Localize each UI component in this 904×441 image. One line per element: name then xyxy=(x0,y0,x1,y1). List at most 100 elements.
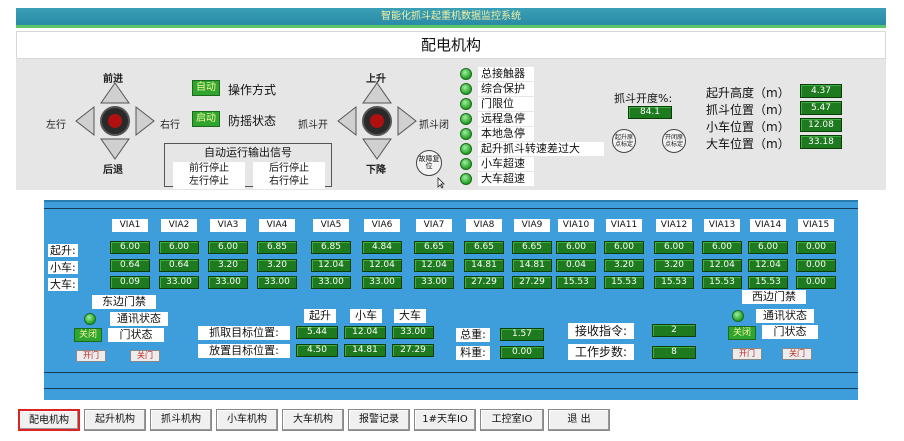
arrow-right-icon xyxy=(135,105,155,137)
nav-button-7[interactable]: 工控室IO xyxy=(480,409,544,431)
open-close-origin-calibrate-button[interactable]: 开闭原点标定 xyxy=(662,129,686,153)
nav-button-0[interactable]: 配电机构 xyxy=(18,409,80,431)
trolley-direction-pad[interactable] xyxy=(74,81,156,161)
via-header: VIA15 xyxy=(798,219,834,232)
arrow-up-icon xyxy=(100,82,130,104)
east-gate-title: 东边门禁 xyxy=(92,295,156,309)
west-gate-open-button[interactable]: 开门 xyxy=(732,348,762,360)
via-header: VIA7 xyxy=(416,219,452,232)
release-target-bridge: 27.29 xyxy=(392,344,434,357)
via-cell: 33.00 xyxy=(159,276,199,289)
anti-sway-label: 防摇状态 xyxy=(228,114,277,128)
trolley-position-value: 12.08 xyxy=(800,118,842,132)
west-gate-state-label: 门状态 xyxy=(762,325,818,339)
work-step-value: 8 xyxy=(652,346,696,359)
arrow-down-icon xyxy=(100,138,130,160)
via-cell: 0.64 xyxy=(110,259,150,272)
fault-reset-button[interactable]: 故障复位 xyxy=(416,150,442,176)
left-stop-label: 左行停止 xyxy=(173,175,245,189)
via-header: VIA12 xyxy=(656,219,692,232)
release-target-trolley: 14.81 xyxy=(344,344,386,357)
nav-button-3[interactable]: 小车机构 xyxy=(216,409,278,431)
via-cell: 3.20 xyxy=(654,259,694,272)
divider xyxy=(44,208,858,209)
recv-command-value: 2 xyxy=(652,324,696,337)
status-label: 远程急停 xyxy=(478,112,534,126)
status-led xyxy=(460,83,472,95)
via-cell: 4.84 xyxy=(362,241,402,254)
via-cell: 33.00 xyxy=(414,276,454,289)
control-panel: 前进 后退 左行 右行 自动 操作方式 启动 防摇状态 自动运行输出信号 前行停… xyxy=(16,59,886,190)
material-weight-label: 料重: xyxy=(456,346,490,360)
grab-target-label: 抓取目标位置: xyxy=(198,326,290,340)
status-label: 总接触器 xyxy=(478,67,534,81)
via-cell: 6.65 xyxy=(414,241,454,254)
via-header: VIA11 xyxy=(606,219,642,232)
via-cell: 33.00 xyxy=(257,276,297,289)
via-header: VIA2 xyxy=(161,219,197,232)
auto-mode-button[interactable]: 自动 xyxy=(192,80,220,96)
east-gate-open-button[interactable]: 开门 xyxy=(76,350,106,362)
nav-button-5[interactable]: 报警记录 xyxy=(348,409,410,431)
via-cell: 12.04 xyxy=(414,259,454,272)
grab-direction-pad[interactable] xyxy=(336,81,418,161)
via-cell: 33.00 xyxy=(362,276,402,289)
via-cell: 6.00 xyxy=(604,241,644,254)
auto-output-title: 自动运行输出信号 xyxy=(204,146,292,159)
east-gate-state-label: 门状态 xyxy=(108,328,164,342)
row-label-bridge: 大车: xyxy=(48,278,78,291)
forward-stop-label: 前行停止 xyxy=(173,162,245,176)
east-gate-state-button[interactable]: 关闭 xyxy=(74,328,102,342)
via-header: VIA3 xyxy=(210,219,246,232)
grab-opening-value: 84.1 xyxy=(628,106,672,119)
row-label-lift: 起升: xyxy=(48,244,78,257)
via-cell: 6.00 xyxy=(748,241,788,254)
via-cell: 6.85 xyxy=(257,241,297,254)
title-bar: 智能化抓斗起重机数据监控系统 xyxy=(16,8,886,28)
nav-button-4[interactable]: 大车机构 xyxy=(282,409,344,431)
nav-button-2[interactable]: 抓斗机构 xyxy=(150,409,212,431)
app-title: 智能化抓斗起重机数据监控系统 xyxy=(381,11,521,22)
west-gate-state-button[interactable]: 关闭 xyxy=(728,326,756,340)
grab-close-label: 抓斗闭 xyxy=(419,120,449,131)
arrow-left-icon xyxy=(75,105,95,137)
via-cell: 12.04 xyxy=(748,259,788,272)
lift-origin-calibrate-button[interactable]: 起升原点标定 xyxy=(612,129,636,153)
via-cell: 14.81 xyxy=(512,259,552,272)
via-header: VIA10 xyxy=(558,219,594,232)
status-led xyxy=(460,113,472,125)
status-led xyxy=(460,68,472,80)
bridge-position-value: 33.18 xyxy=(800,135,842,149)
nav-button-1[interactable]: 起升机构 xyxy=(84,409,146,431)
west-gate-title: 西边门禁 xyxy=(742,290,806,304)
via-cell: 6.85 xyxy=(311,241,351,254)
via-header: VIA8 xyxy=(466,219,502,232)
anti-sway-button[interactable]: 启动 xyxy=(192,111,220,127)
via-cell: 12.04 xyxy=(362,259,402,272)
status-label: 本地急停 xyxy=(478,127,534,141)
status-led xyxy=(460,143,472,155)
via-cell: 6.65 xyxy=(464,241,504,254)
grab-target-bridge: 33.00 xyxy=(392,326,434,339)
right-label: 右行 xyxy=(160,120,180,131)
cursor-icon xyxy=(437,177,445,189)
status-led xyxy=(460,173,472,185)
via-cell: 6.00 xyxy=(208,241,248,254)
nav-button-6[interactable]: 1#天车IO xyxy=(414,409,476,431)
east-gate-close-button[interactable]: 关门 xyxy=(130,350,160,362)
status-label: 综合保护 xyxy=(478,82,534,96)
via-header: VIA5 xyxy=(313,219,349,232)
recv-command-label: 接收指令: xyxy=(568,323,634,339)
row-label-trolley: 小车: xyxy=(48,261,78,274)
via-cell: 0.00 xyxy=(796,276,836,289)
via-cell: 15.53 xyxy=(748,276,788,289)
divider xyxy=(44,388,858,389)
lift-height-value: 4.37 xyxy=(800,84,842,98)
grab-opening-label: 抓斗开度%: xyxy=(614,92,673,105)
via-cell: 6.00 xyxy=(556,241,596,254)
via-header: VIA14 xyxy=(750,219,786,232)
via-cell: 6.65 xyxy=(512,241,552,254)
target-col-lift: 起升 xyxy=(304,309,336,323)
nav-button-8[interactable]: 退 出 xyxy=(548,409,610,431)
west-gate-close-button[interactable]: 关门 xyxy=(782,348,812,360)
